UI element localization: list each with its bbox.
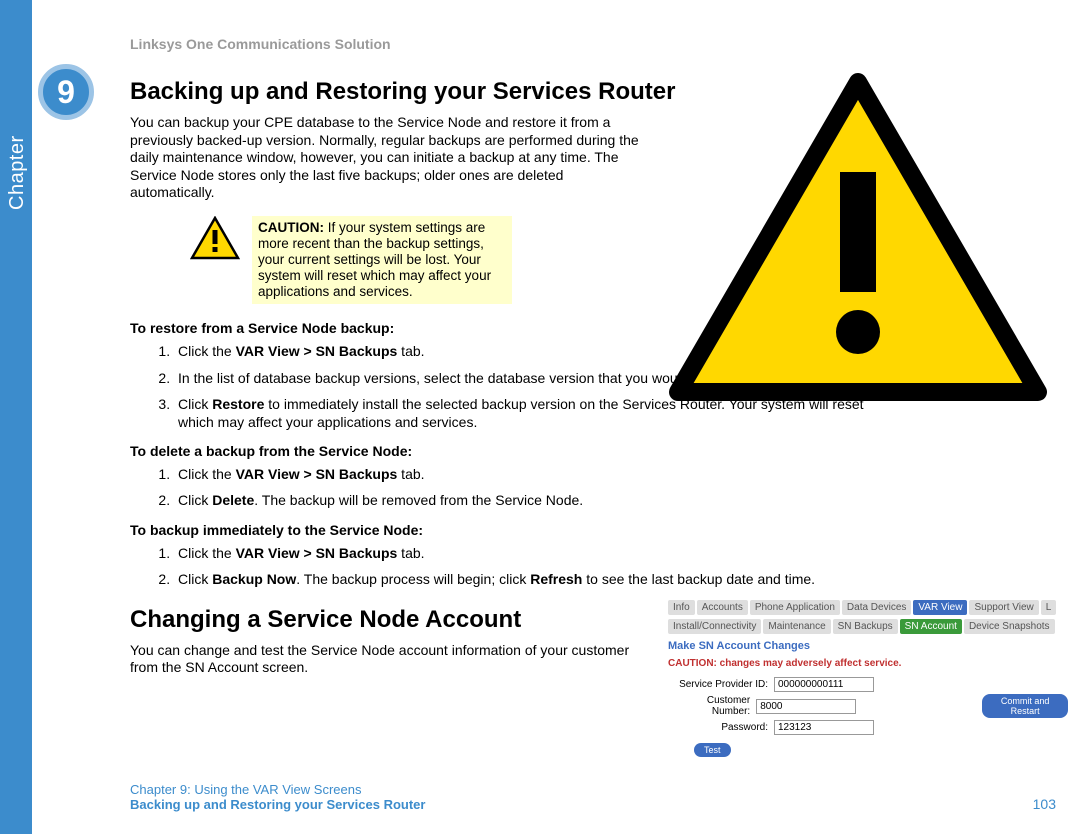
row-pwd: Password: [668,720,1068,735]
cust-input[interactable] [756,699,856,714]
inset-heading: Make SN Account Changes [668,640,1068,652]
step-text: Click Delete. The backup will be removed… [178,492,583,508]
big-warning-image [668,72,1048,402]
row-sp: Service Provider ID: [668,677,1068,692]
test-button[interactable]: Test [694,743,731,757]
chapter-number: 9 [57,74,75,111]
footer-chapter: Chapter 9: Using the VAR View Screens [130,782,425,797]
tabs-sub: Install/ConnectivityMaintenanceSN Backup… [668,619,1068,634]
step-text: Click the VAR View > SN Backups tab. [178,343,425,359]
pwd-input[interactable] [774,720,874,735]
sn-account-screenshot: InfoAccountsPhone ApplicationData Device… [668,600,1068,757]
inset-caution: CAUTION: changes may adversely affect se… [668,658,1068,669]
pwd-label: Password: [668,722,768,733]
sp-label: Service Provider ID: [668,679,768,690]
tab-sub-sn-backups[interactable]: SN Backups [833,619,898,634]
delete-steps: Click the VAR View > SN Backups tab. Clic… [130,465,870,509]
tab-top-var-view[interactable]: VAR View [913,600,967,615]
caution-label: CAUTION: [258,220,324,235]
immediate-heading: To backup immediately to the Service Nod… [130,522,870,538]
cust-label: Customer Number: [668,695,750,717]
list-item: Click the VAR View > SN Backups tab. [174,465,870,483]
change-intro: You can change and test the Service Node… [130,642,660,677]
tabs-top: InfoAccountsPhone ApplicationData Device… [668,600,1068,615]
header-product-line: Linksys One Communications Solution [130,36,391,52]
list-item: Click Delete. The backup will be removed… [174,491,870,509]
tab-top-info[interactable]: Info [668,600,695,615]
row-cust: Customer Number: Commit and Restart [668,694,1068,718]
list-item: Click the VAR View > SN Backups tab. [174,544,870,562]
tab-sub-device-snapshots[interactable]: Device Snapshots [964,619,1055,634]
tab-top-data-devices[interactable]: Data Devices [842,600,911,615]
chapter-label: Chapter [6,135,29,210]
footer: Chapter 9: Using the VAR View Screens Ba… [130,782,425,812]
caution-box: CAUTION: If your system settings are mor… [190,216,590,305]
tab-top-l[interactable]: L [1041,600,1057,615]
chapter-badge: 9 [38,64,94,120]
tab-top-support-view[interactable]: Support View [969,600,1038,615]
sidebar-stripe [0,0,32,834]
tab-sub-install/connectivity[interactable]: Install/Connectivity [668,619,761,634]
commit-restart-button[interactable]: Commit and Restart [982,694,1068,718]
tab-sub-maintenance[interactable]: Maintenance [763,619,830,634]
tab-top-accounts[interactable]: Accounts [697,600,748,615]
step-text: Click the VAR View > SN Backups tab. [178,545,425,561]
caution-text: CAUTION: If your system settings are mor… [252,216,512,305]
warning-icon [190,216,240,260]
page-number: 103 [1033,796,1056,812]
tab-top-phone-application[interactable]: Phone Application [750,600,840,615]
tab-sub-sn-account[interactable]: SN Account [900,619,962,634]
sp-input[interactable] [774,677,874,692]
footer-section: Backing up and Restoring your Services R… [130,797,425,812]
step-text: Click Backup Now. The backup process wil… [178,571,815,587]
delete-heading: To delete a backup from the Service Node… [130,443,870,459]
immediate-steps: Click the VAR View > SN Backups tab. Clic… [130,544,870,588]
step-text: Click the VAR View > SN Backups tab. [178,466,425,482]
backup-intro: You can backup your CPE database to the … [130,114,650,202]
list-item: Click Backup Now. The backup process wil… [174,570,870,588]
